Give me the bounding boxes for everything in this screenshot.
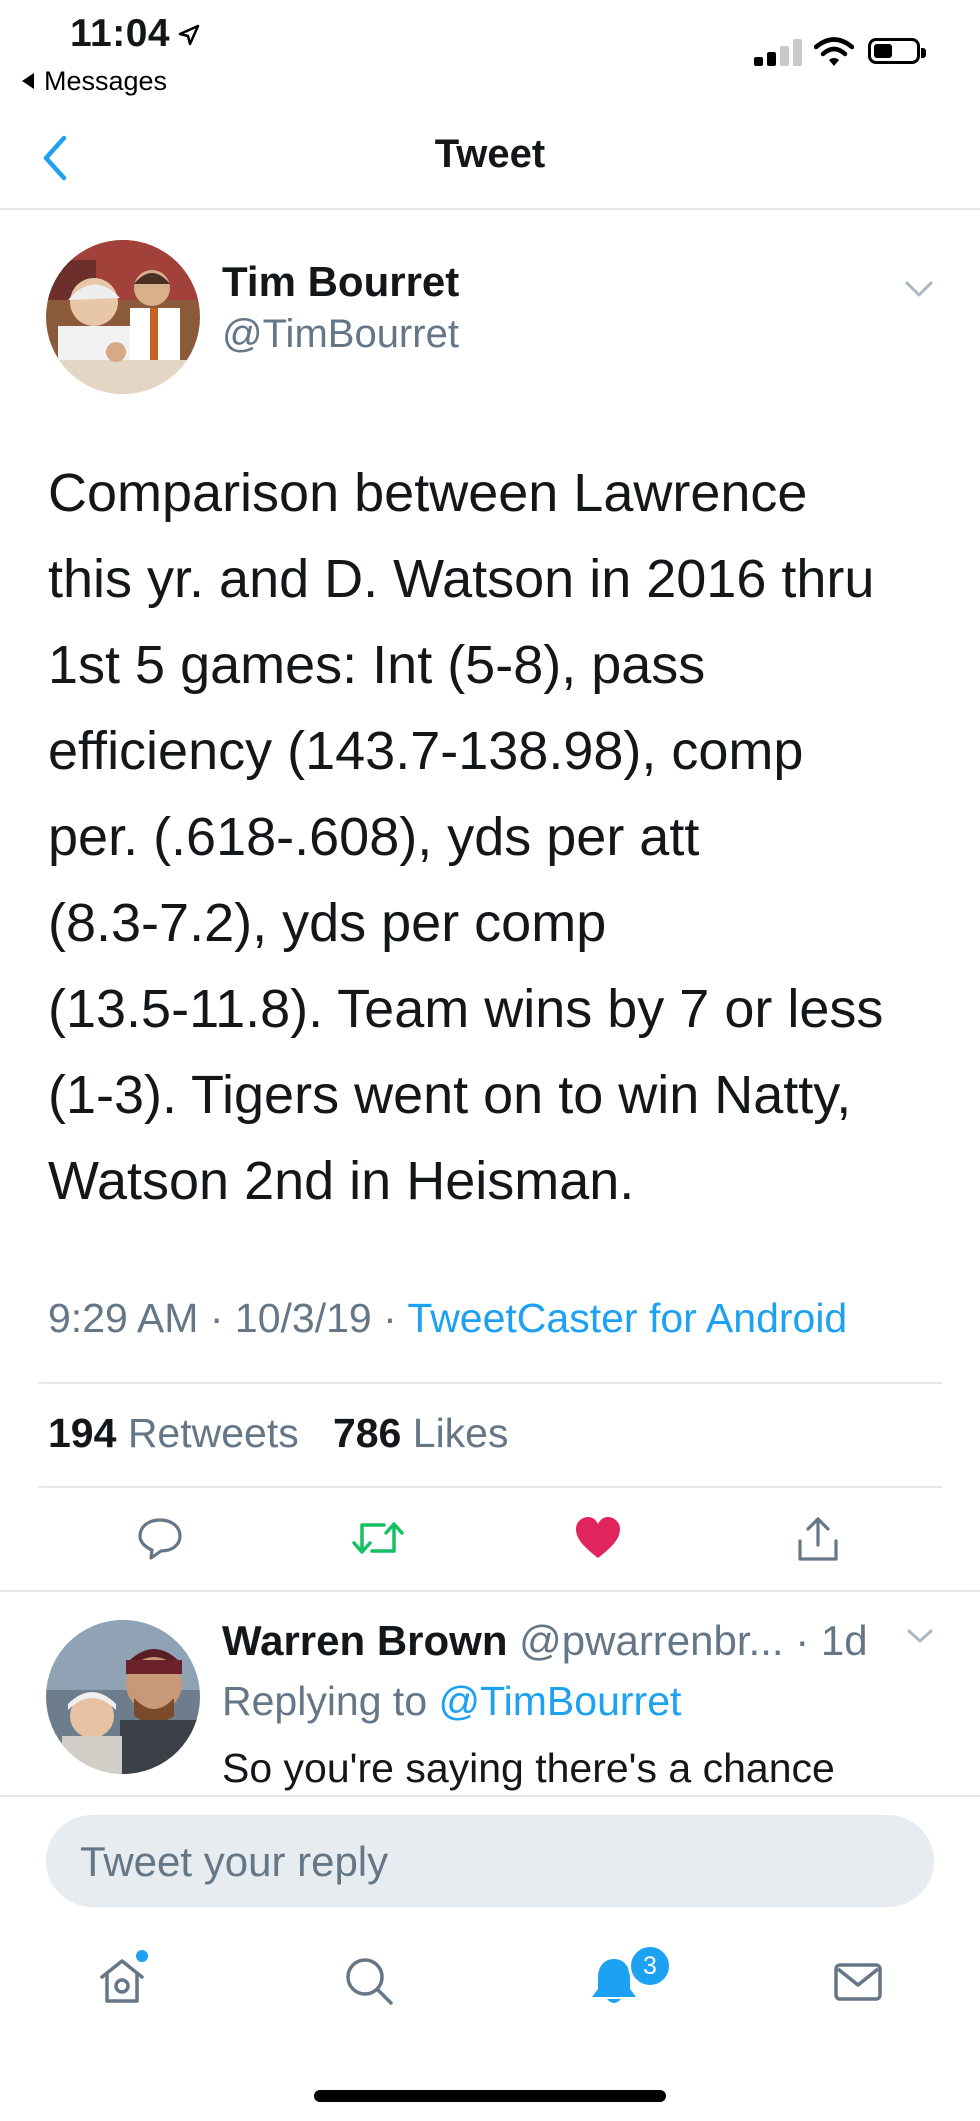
status-time: 11:04 [70, 12, 171, 55]
tweet-source-link[interactable]: TweetCaster for Android [407, 1295, 847, 1341]
divider [0, 1795, 980, 1797]
location-arrow-icon [178, 24, 200, 46]
tweet-time: 9:29 AM [48, 1295, 199, 1341]
reply-input[interactable] [78, 1815, 902, 1909]
author-handle[interactable]: @TimBourret [222, 312, 459, 357]
chevron-down-icon[interactable] [904, 280, 934, 298]
home-indicator[interactable] [314, 2090, 666, 2102]
divider [38, 1382, 942, 1384]
reply-avatar-image [46, 1620, 200, 1774]
reply-icon[interactable] [137, 1515, 183, 1561]
reply-composer[interactable] [46, 1815, 934, 1909]
back-to-messages[interactable]: Messages [22, 66, 167, 97]
reply-author-name[interactable]: Warren Brown [222, 1617, 507, 1664]
page-title: Tweet [434, 132, 546, 176]
reply-avatar[interactable] [46, 1620, 200, 1774]
divider [0, 1590, 980, 1592]
battery-icon [868, 38, 926, 64]
notifications-badge: 3 [628, 1944, 672, 1988]
author-avatar[interactable] [46, 240, 200, 394]
replying-to-handle[interactable]: @TimBourret [439, 1678, 682, 1724]
back-triangle-icon [22, 73, 34, 89]
likes-label: Likes [412, 1410, 509, 1456]
reply-author-handle[interactable]: @pwarrenbr... [519, 1617, 783, 1664]
tweet-date: 10/3/19 [234, 1295, 372, 1341]
like-icon[interactable] [574, 1515, 622, 1561]
cellular-signal-icon [754, 38, 802, 66]
search-icon[interactable] [343, 1955, 395, 2007]
share-icon[interactable] [795, 1515, 841, 1563]
home-new-indicator [136, 1950, 148, 1962]
tweet-stats: 194 Retweets 786 Likes [48, 1410, 508, 1457]
divider [38, 1486, 942, 1488]
reply-chevron-down-icon[interactable] [906, 1628, 934, 1644]
likes-stat[interactable]: 786 Likes [333, 1410, 509, 1456]
back-app-label: Messages [44, 66, 168, 96]
replying-to: Replying to @TimBourret [222, 1678, 681, 1725]
retweets-stat[interactable]: 194 Retweets [48, 1410, 299, 1456]
header-divider [0, 208, 980, 210]
replying-to-prefix: Replying to [222, 1678, 428, 1724]
home-icon[interactable] [96, 1955, 148, 2007]
tweet-meta: 9:29 AM · 10/3/19 · TweetCaster for Andr… [48, 1295, 848, 1341]
author-name[interactable]: Tim Bourret [222, 258, 459, 306]
retweet-icon[interactable] [350, 1515, 406, 1561]
likes-count: 786 [332, 1410, 402, 1456]
author-avatar-image [46, 240, 200, 394]
reply-age: 1d [820, 1617, 868, 1664]
wifi-icon [814, 37, 854, 66]
retweets-count: 194 [48, 1410, 117, 1456]
retweets-label: Retweets [127, 1410, 299, 1456]
reply-text: So you're saying there's a chance [222, 1745, 835, 1791]
messages-icon[interactable] [832, 1955, 884, 2007]
tweet-text: Comparison between Lawrence this yr. and… [48, 463, 884, 1211]
reply-header: Warren Brown @pwarrenbr... · 1d [222, 1617, 868, 1664]
